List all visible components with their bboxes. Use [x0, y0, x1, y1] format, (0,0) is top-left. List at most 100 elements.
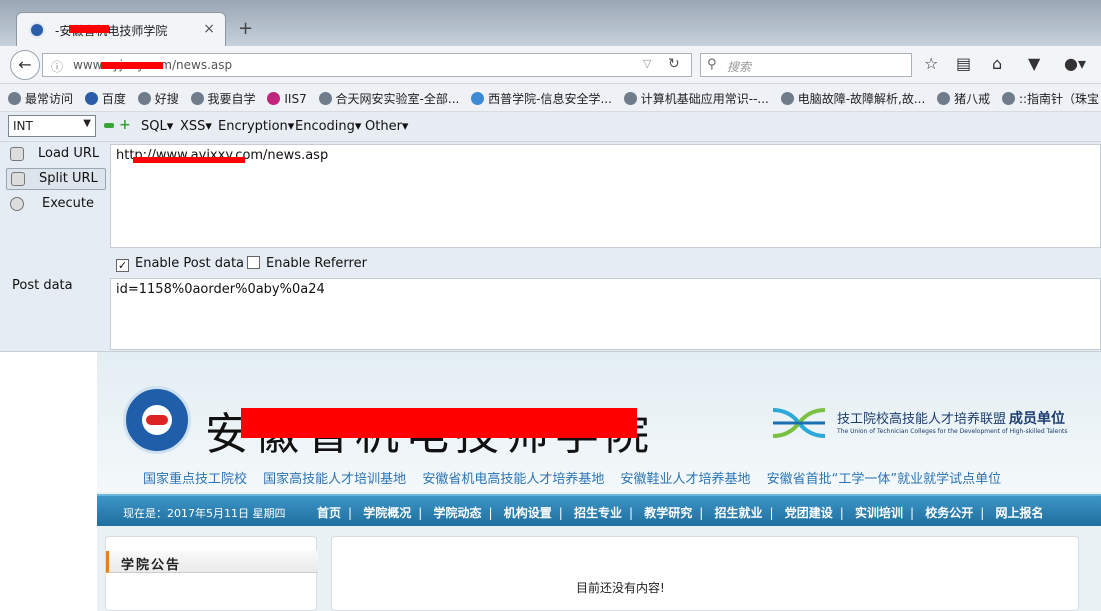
type-select[interactable]: INT ▼ — [8, 115, 96, 137]
reload-icon[interactable]: ↻ — [668, 56, 680, 72]
minus-icon[interactable] — [104, 123, 114, 128]
alliance-title: 技工院校高技能人才培养联盟 — [837, 412, 1007, 427]
nav-training[interactable]: 实训培训 — [855, 506, 903, 520]
encoding-menu[interactable]: Encoding▾ — [295, 119, 361, 134]
post-data-label: Post data — [12, 278, 73, 293]
redaction-mark — [69, 25, 109, 33]
split-url-button[interactable]: Split URL — [6, 168, 106, 190]
bookmark-item[interactable]: 计算机基础应用常识--... — [623, 90, 769, 107]
checkbox-unchecked-icon[interactable] — [247, 256, 260, 269]
bookmark-item[interactable]: 好搜 — [137, 90, 179, 107]
bookmark-icon — [471, 92, 485, 105]
load-url-button[interactable]: Load URL — [6, 144, 106, 166]
base-item[interactable]: 安徽省机电高技能人才培养基地 — [422, 472, 604, 487]
school-logo-icon[interactable] — [123, 386, 191, 454]
redaction-mark — [101, 62, 163, 69]
globe-icon — [780, 92, 794, 105]
notice-header: 学院公告 — [106, 551, 318, 573]
globe-icon — [1001, 92, 1015, 105]
base-item[interactable]: 国家高技能人才培训基地 — [263, 472, 406, 487]
bookmark-icon — [84, 92, 98, 105]
bookmark-icon — [8, 92, 21, 105]
nav-news[interactable]: 学院动态 — [434, 506, 482, 520]
sql-menu[interactable]: SQL▾ — [141, 119, 173, 134]
reading-list-icon[interactable]: ▤ — [956, 54, 971, 73]
nav-departments[interactable]: 机构设置 — [504, 506, 552, 520]
bookmark-item[interactable]: IIS7 — [267, 92, 307, 106]
scissors-icon — [11, 172, 25, 186]
nav-public[interactable]: 校务公开 — [925, 506, 973, 520]
bookmark-icon — [267, 92, 281, 105]
nav-employment[interactable]: 招生就业 — [715, 506, 763, 520]
bookmark-item[interactable]: 最常访问 — [8, 90, 73, 107]
globe-icon — [190, 92, 204, 105]
url-dropdown-icon[interactable]: ▽ — [643, 57, 651, 70]
other-menu[interactable]: Other▾ — [365, 119, 408, 134]
globe-icon — [623, 92, 637, 105]
post-data-textarea[interactable]: id=1158%0aorder%0aby%0a24 — [110, 278, 1101, 350]
site-header: 安徽省机电技师学院 技工院校高技能人才培养联盟 The Union of Tec… — [97, 352, 1101, 492]
bookmark-item[interactable]: 电脑故障-故障解析,故... — [780, 90, 925, 107]
bookmark-item[interactable]: 猪八戒 — [937, 90, 990, 107]
enable-referrer-checkbox[interactable]: Enable Referrer — [247, 256, 367, 271]
address-bar[interactable]: ⓘ www.ayjxxy.com/news.asp ▽ ↻ — [42, 53, 692, 77]
navigation-bar: ← ⓘ www.ayjxxy.com/news.asp ▽ ↻ ⚲ 搜索 ☆ ▤… — [0, 46, 1101, 84]
site-nav-links: 首页 | 学院概况 | 学院动态 | 机构设置 | 招生专业 | 教学研究 | 招生就业 | … — [317, 506, 1044, 520]
browser-tab[interactable]: -安徽省机电技师学院 × — [16, 12, 226, 46]
checkbox-checked-icon[interactable]: ✓ — [116, 259, 129, 272]
encryption-menu[interactable]: Encryption▾ — [218, 119, 294, 134]
bookmark-item[interactable]: ::指南针（珠宝 — [1001, 90, 1099, 107]
bookmark-item[interactable]: 百度 — [84, 90, 126, 107]
home-icon[interactable]: ⌂ — [992, 54, 1002, 73]
globe-icon — [137, 92, 151, 105]
load-icon — [10, 147, 24, 161]
menu-icon[interactable]: ●▾ — [1064, 54, 1086, 73]
redaction-mark — [241, 408, 637, 438]
play-icon — [10, 197, 24, 211]
notice-panel: 学院公告 — [105, 536, 318, 611]
tab-bar: -安徽省机电技师学院 × + — [0, 0, 1101, 46]
plus-icon[interactable]: + — [119, 117, 131, 133]
chevron-down-icon: ▼ — [83, 118, 91, 129]
base-item[interactable]: 安徽鞋业人才培养基地 — [620, 472, 750, 487]
search-bar[interactable]: ⚲ 搜索 — [700, 53, 912, 77]
nav-teaching[interactable]: 教学研究 — [644, 506, 692, 520]
post-data-text[interactable]: id=1158%0aorder%0aby%0a24 — [116, 282, 325, 297]
alliance-logo-icon — [772, 408, 826, 438]
current-date: 现在是：2017年5月11日 星期四 — [123, 507, 286, 520]
page-info-icon[interactable]: ⓘ — [51, 58, 63, 75]
site-favicon-icon — [29, 22, 45, 38]
base-item[interactable]: 国家重点技工院校 — [143, 472, 247, 487]
globe-icon — [318, 92, 332, 105]
school-website: 安徽省机电技师学院 技工院校高技能人才培养联盟 The Union of Tec… — [97, 352, 1101, 611]
bookmark-star-icon[interactable]: ☆ — [924, 54, 938, 73]
globe-icon — [937, 92, 951, 105]
site-nav: 现在是：2017年5月11日 星期四 首页 | 学院概况 | 学院动态 | 机构设置 |… — [97, 494, 1101, 526]
close-tab-icon[interactable]: × — [203, 21, 215, 37]
bookmark-item[interactable]: 我要自学 — [190, 90, 256, 107]
enable-post-checkbox[interactable]: ✓ Enable Post data — [116, 256, 244, 272]
new-tab-button[interactable]: + — [238, 18, 253, 39]
search-placeholder: 搜索 — [727, 60, 752, 74]
nav-majors[interactable]: 招生专业 — [574, 506, 622, 520]
nav-party[interactable]: 党团建设 — [785, 506, 833, 520]
pocket-icon[interactable]: ▼ — [1028, 54, 1040, 73]
content-panel: 目前还没有内容! — [331, 536, 1079, 611]
bookmark-item[interactable]: 西普学院-信息安全学... — [471, 90, 612, 107]
bookmark-item[interactable]: 合天网安实验室-全部... — [318, 90, 459, 107]
member-unit: 成员单位 — [1009, 411, 1065, 427]
notice-title: 学院公告 — [121, 558, 182, 573]
xss-menu[interactable]: XSS▾ — [180, 119, 212, 134]
search-icon: ⚲ — [707, 57, 717, 72]
execute-button[interactable]: Execute — [6, 194, 106, 216]
hackbar-toolbar: INT ▼ + SQL▾ XSS▾ Encryption▾ Encoding▾ … — [0, 112, 1101, 142]
base-list: 国家重点技工院校 国家高技能人才培训基地 安徽省机电高技能人才培养基地 安徽鞋业… — [143, 468, 1013, 487]
alliance-subtitle: The Union of Technician Colleges for the… — [837, 428, 1068, 435]
url-textarea[interactable]: http://www.ayjxxy.com/news.asp — [110, 144, 1101, 248]
nav-home[interactable]: 首页 — [317, 506, 341, 520]
bookmarks-toolbar: 最常访问 百度 好搜 我要自学 IIS7 合天网安实验室-全部... 西普学院-… — [0, 84, 1101, 112]
back-button[interactable]: ← — [10, 50, 40, 80]
nav-overview[interactable]: 学院概况 — [363, 506, 411, 520]
nav-register[interactable]: 网上报名 — [996, 506, 1044, 520]
base-item[interactable]: 安徽省首批“工学一体”就业就学试点单位 — [767, 472, 1001, 487]
